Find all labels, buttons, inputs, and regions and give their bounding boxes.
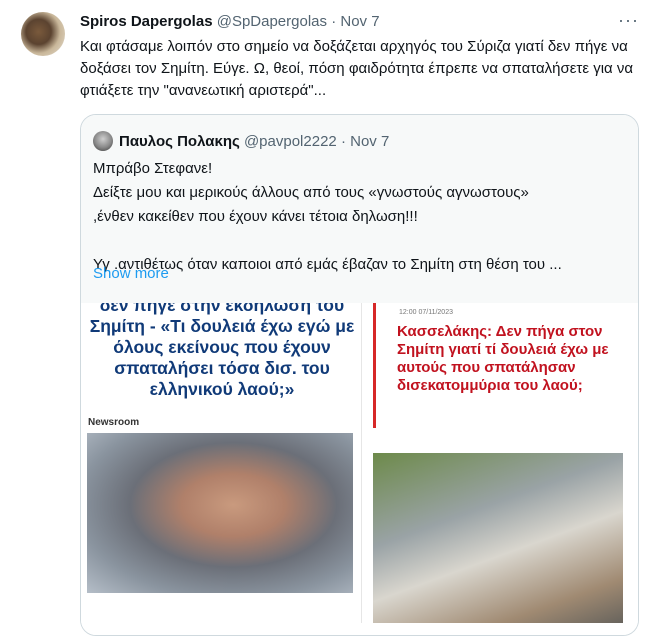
author-name[interactable]: Spiros Dapergolas	[80, 13, 213, 30]
media-image-1[interactable]: δεν πήγε στην εκδήλωση του Σημίτη - «Τι …	[83, 303, 362, 623]
quoted-author-name[interactable]: Παυλος Πολακης	[119, 133, 240, 150]
photo	[373, 453, 623, 623]
quoted-line: Μπράβο Στεφανε!	[93, 160, 213, 177]
avatar[interactable]	[21, 12, 65, 56]
article-headline: δεν πήγε στην εκδήλωση του Σημίτη - «Τι …	[89, 303, 355, 399]
show-more-link[interactable]: Show more	[93, 265, 169, 282]
quoted-tweet-date[interactable]: Nov 7	[350, 133, 389, 150]
accent-bar	[373, 303, 376, 428]
quoted-line	[93, 229, 628, 253]
article-headline: Κασσελάκης: Δεν πήγα στον Σημίτη γιατί τ…	[397, 323, 609, 394]
quoted-author-handle[interactable]: @pavpol2222	[244, 133, 337, 150]
more-options-icon[interactable]: ···	[618, 10, 639, 31]
photo	[87, 433, 353, 593]
article-timestamp: 12:00 07/11/2023	[399, 309, 453, 316]
quoted-avatar[interactable]	[93, 131, 113, 151]
media-image-2[interactable]: 12:00 07/11/2023 Κασσελάκης: Δεν πήγα στ…	[373, 303, 631, 623]
media-grid[interactable]: δεν πήγε στην εκδήλωση του Σημίτη - «Τι …	[81, 303, 638, 635]
quoted-line: Δείξτε μου και μερικούς άλλους από τους …	[93, 184, 529, 201]
tweet-text: Και φτάσαμε λοιπόν στο σημείο να δοξάζετ…	[80, 38, 634, 99]
tweet-date[interactable]: Nov 7	[340, 13, 379, 30]
quoted-tweet[interactable]: Παυλος Πολακης @pavpol2222 · Nov 7 Μπράβ…	[80, 114, 639, 636]
quoted-tweet-text: Μπράβο Στεφανε! Δείξτε μου και μερικούς …	[93, 157, 628, 277]
quoted-line: ,ένθεν κακείθεν που έχουν κάνει τέτοια δ…	[93, 208, 418, 225]
separator-dot: ·	[331, 13, 337, 30]
tweet[interactable]: Spiros Dapergolas @SpDapergolas · Nov 7 …	[0, 0, 650, 636]
tweet-header: Spiros Dapergolas @SpDapergolas · Nov 7	[80, 13, 380, 30]
quoted-tweet-header: Παυλος Πολακης @pavpol2222 · Nov 7	[93, 131, 389, 151]
quoted-line: Υγ .αντιθέτως όταν καποιοι από εμάς έβαζ…	[93, 256, 562, 273]
separator-dot: ·	[340, 132, 346, 150]
article-source: Newsroom	[88, 417, 140, 428]
author-handle[interactable]: @SpDapergolas	[217, 13, 327, 30]
